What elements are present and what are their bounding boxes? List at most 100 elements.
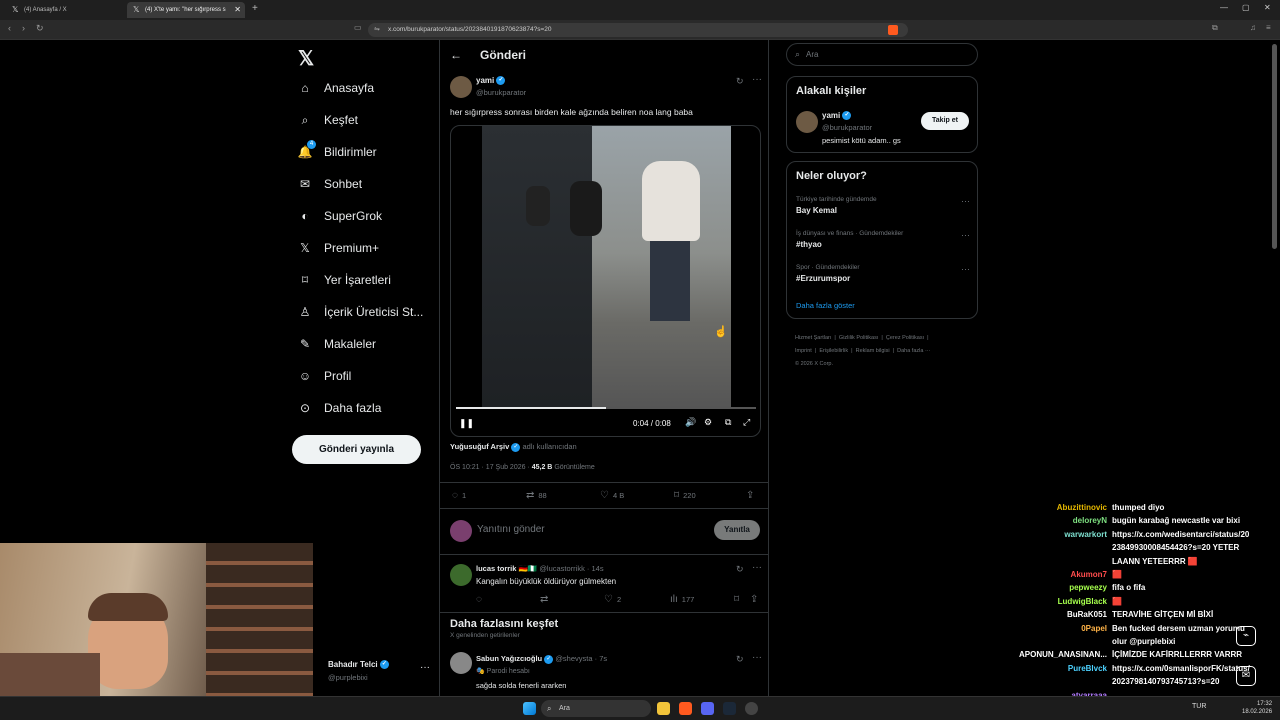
chat-username[interactable]: Akumon7 [1004, 570, 1107, 579]
reply-author[interactable]: lucas torrik [476, 564, 516, 573]
nav-item[interactable]: ⌑ Yer İşaretleri [298, 268, 391, 292]
nav-item[interactable]: ✎ Makaleler [298, 332, 376, 356]
avatar[interactable] [450, 652, 472, 674]
reply-views-action[interactable]: ılı 177 [670, 594, 694, 605]
trend-item[interactable]: İş dünyası ve finans · Gündemdekiler #thy… [796, 230, 970, 249]
post-button[interactable]: Gönderi yayınla [292, 435, 421, 464]
message-icon[interactable]: ✉ [1236, 666, 1256, 686]
nav-item[interactable]: ◐ SuperGrok [298, 204, 382, 228]
nav-item[interactable]: ⊙ Daha fazla [298, 396, 381, 420]
avatar[interactable] [450, 76, 472, 98]
pause-icon[interactable]: ❚❚ [459, 418, 474, 429]
show-more-link[interactable]: Daha fazla göster [796, 301, 855, 310]
account-more-icon[interactable]: ··· [420, 662, 430, 673]
chat-username[interactable]: deloreyN [1004, 516, 1107, 525]
reload-icon[interactable]: ↻ [36, 23, 44, 34]
search-input[interactable]: Ara [806, 50, 818, 59]
nav-item[interactable]: ♙ İçerik Üreticisi St... [298, 300, 424, 324]
nav-item[interactable]: ☺ Profil [298, 364, 351, 388]
trend-item[interactable]: Türkiye tarihinde gündemde Bay Kemal ··· [796, 196, 970, 215]
footer-link[interactable]: Daha fazla ··· [897, 348, 930, 354]
close-tab-icon[interactable]: ✕ [234, 2, 241, 18]
taskbar-language[interactable]: TUR [1192, 703, 1206, 710]
footer-link[interactable]: Imprint [795, 348, 812, 354]
share-action[interactable]: ⇪ [746, 490, 758, 501]
fullscreen-icon[interactable]: ⤢ [743, 417, 750, 428]
volume-icon[interactable]: 🔊 [685, 417, 696, 428]
nav-item[interactable]: ⌂ Anasayfa [298, 76, 374, 100]
trend-more-icon[interactable]: ··· [961, 230, 970, 240]
footer-link[interactable]: Reklam bilgisi [856, 348, 890, 354]
follow-button[interactable]: Takip et [921, 112, 969, 130]
windows-start-icon[interactable] [523, 702, 536, 715]
bookmark-page-icon[interactable]: ▭ [354, 23, 362, 32]
discover-handle[interactable]: @shevysta · 7s [555, 654, 607, 663]
page-scrollbar[interactable] [1272, 44, 1277, 249]
post-author[interactable]: yami [476, 76, 494, 85]
reply-action[interactable]: ◌ 1 [452, 490, 466, 501]
video-progress-track[interactable] [456, 407, 756, 409]
chat-username[interactable]: PureBlvck [1004, 664, 1107, 673]
reply-like-action[interactable]: ♡ 2 [604, 594, 621, 605]
post-timestamp[interactable]: ÖS 10:21 · 17 Şub 2026 · [450, 464, 530, 471]
footer-link[interactable]: Hizmet Şartları [795, 335, 831, 341]
reply-button[interactable]: Yanıtla [714, 520, 760, 540]
discover-more-icon[interactable]: ··· [752, 652, 762, 663]
chat-username[interactable]: Abuzittinovic [1004, 503, 1107, 512]
taskbar-search[interactable]: ⌕ Ara [541, 700, 651, 717]
nav-item[interactable]: 🔔 Bildirimler 4 [298, 140, 377, 164]
minimize-icon[interactable]: — [1220, 3, 1228, 12]
related-handle[interactable]: @burukparator [822, 123, 872, 132]
chat-username[interactable]: BuRaK051 [1004, 610, 1107, 619]
reply-handle[interactable]: @lucastorrikk · 14s [539, 564, 603, 573]
settings-icon[interactable]: ⚙ [704, 417, 712, 428]
maximize-icon[interactable]: ▢ [1242, 3, 1250, 12]
discover-author[interactable]: Sabun Yağızcıoğlu [476, 654, 542, 663]
nav-item[interactable]: ⌕ Keşfet [298, 108, 358, 132]
media-icon[interactable]: ♫ [1250, 23, 1256, 32]
chat-username[interactable]: warwarkort [1004, 530, 1107, 539]
brave-browser-icon[interactable] [679, 702, 692, 715]
discord-icon[interactable] [701, 702, 714, 715]
reply-input[interactable]: Yanıtını gönder [477, 524, 545, 535]
trend-more-icon[interactable]: ··· [961, 196, 970, 206]
file-explorer-icon[interactable] [657, 702, 670, 715]
avatar[interactable] [450, 564, 472, 586]
account-switcher[interactable]: Bahadır Telci ✓ @purplebixi ··· [300, 656, 440, 688]
search-box[interactable]: ⌕ Ara [786, 43, 978, 66]
site-info-icon[interactable]: ⇋ [374, 23, 380, 37]
chat-username[interactable]: APONUN_ANASINAN... [1004, 650, 1107, 659]
footer-link[interactable]: Gizlilik Politikası [839, 335, 878, 341]
bookmark-action[interactable]: ⌑ 220 [674, 490, 696, 501]
chat-username[interactable]: 0Papel [1004, 624, 1107, 633]
source-author[interactable]: Yuğusuğuf Arşiv [450, 442, 509, 451]
reply-repost-action[interactable]: ⇄ [540, 594, 552, 605]
browser-tab-home[interactable]: 𝕏 (4) Anasayfa / X [6, 2, 124, 18]
nav-item[interactable]: ✉ Sohbet [298, 172, 362, 196]
pip-icon[interactable]: ⧉ [725, 417, 731, 428]
like-action[interactable]: ♡ 4 B [600, 490, 624, 501]
footer-link[interactable]: Erişilebilirlik [819, 348, 848, 354]
reply-more-icon[interactable]: ··· [752, 562, 762, 573]
grok-icon[interactable]: ↻ [736, 654, 744, 665]
repost-action[interactable]: ⇄ 88 [526, 490, 547, 501]
taskbar-clock[interactable]: 17:32 18.02.2026 [1242, 700, 1272, 716]
chat-toggle-icon[interactable]: ⌁ [1236, 626, 1256, 646]
reply-bookmark-action[interactable]: ⌑ [734, 594, 743, 605]
trend-item[interactable]: Spor · Gündemdekiler #Erzurumspor ··· [796, 264, 970, 283]
related-name[interactable]: yami [822, 111, 840, 120]
steam-icon[interactable] [723, 702, 736, 715]
grok-icon[interactable]: ↻ [736, 76, 744, 87]
reply-share-action[interactable]: ⇪ [750, 594, 762, 605]
footer-link[interactable]: Çerez Politikası [886, 335, 924, 341]
video-player[interactable]: ❚❚ 0:04 / 0:08 🔊 ⚙ ⧉ ⤢ [450, 125, 761, 437]
grok-icon[interactable]: ↻ [736, 564, 744, 575]
chat-username[interactable]: pepweezy [1004, 583, 1107, 592]
post-handle[interactable]: @burukparator [476, 88, 526, 97]
brave-shield-icon[interactable] [888, 25, 898, 35]
reply-reply-action[interactable]: ◌ [476, 594, 486, 605]
extensions-icon[interactable]: ⧉ [1212, 23, 1218, 33]
back-icon[interactable]: ‹ [8, 23, 11, 33]
address-bar[interactable]: ⇋ x.com/burukparator/status/202384019187… [368, 23, 908, 37]
new-tab-icon[interactable]: + [252, 3, 258, 14]
